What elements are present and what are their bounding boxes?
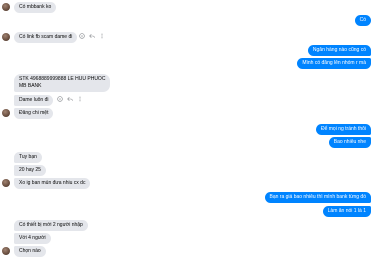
message-bubble-outgoing[interactable]: Ngân hàng nào cũng có: [307, 45, 371, 56]
message-bubble-outgoing[interactable]: Bạn ra giá bao nhiêu thì mình bank từng …: [264, 192, 371, 203]
avatar[interactable]: [2, 33, 10, 41]
message-bubble-incoming[interactable]: Xo ig ban mún đưa nhiu cx dc: [14, 178, 91, 189]
message-bubble-incoming[interactable]: Với 4 người: [14, 233, 51, 244]
message-bubble-outgoing[interactable]: Làm ăn nói 1 là 1: [322, 206, 371, 217]
reply-icon[interactable]: [67, 96, 73, 102]
message-bubble-incoming[interactable]: Tuy bạn: [14, 152, 42, 163]
message-bubble-incoming[interactable]: STK 4968889999888 LE HUU PHUOC MB BANK: [14, 74, 111, 92]
message-bubble-incoming[interactable]: Dame luôn đi: [14, 95, 54, 106]
more-options-icon[interactable]: [77, 96, 83, 102]
avatar[interactable]: [2, 109, 10, 117]
message-line: STK 4968889999888 LE HUU PHUOC: [19, 76, 106, 82]
message-bubble-incoming[interactable]: Có link fb scam dame đi: [14, 32, 78, 43]
message-bubble-outgoing[interactable]: Để mọi ng tránh thôi: [315, 124, 371, 135]
avatar[interactable]: [2, 247, 10, 255]
message-actions: [79, 32, 105, 39]
message-bubble-incoming[interactable]: 20 hay 25: [14, 165, 46, 176]
message-bubble-outgoing[interactable]: Mình có đăng lên nhóm r mà: [297, 58, 371, 69]
message-line: MB BANK: [19, 83, 42, 89]
more-options-icon[interactable]: [99, 33, 105, 39]
message-bubble-incoming[interactable]: Chọn nào: [14, 246, 46, 257]
emoji-reaction-icon[interactable]: [57, 95, 63, 102]
reply-icon[interactable]: [89, 33, 95, 39]
message-actions: [57, 95, 83, 102]
emoji-reaction-icon[interactable]: [79, 32, 85, 39]
message-bubble-outgoing[interactable]: Bao nhiêu nhe: [328, 137, 371, 148]
avatar[interactable]: [2, 179, 10, 187]
message-bubble-outgoing[interactable]: Có: [354, 15, 371, 26]
message-bubble-incoming[interactable]: Có mbbank ko: [14, 2, 57, 13]
message-bubble-incoming[interactable]: Đăng chi mệt: [14, 108, 54, 119]
message-bubble-incoming[interactable]: Có thiết bị mới 2 người nhập: [14, 220, 88, 231]
avatar[interactable]: [2, 3, 10, 11]
